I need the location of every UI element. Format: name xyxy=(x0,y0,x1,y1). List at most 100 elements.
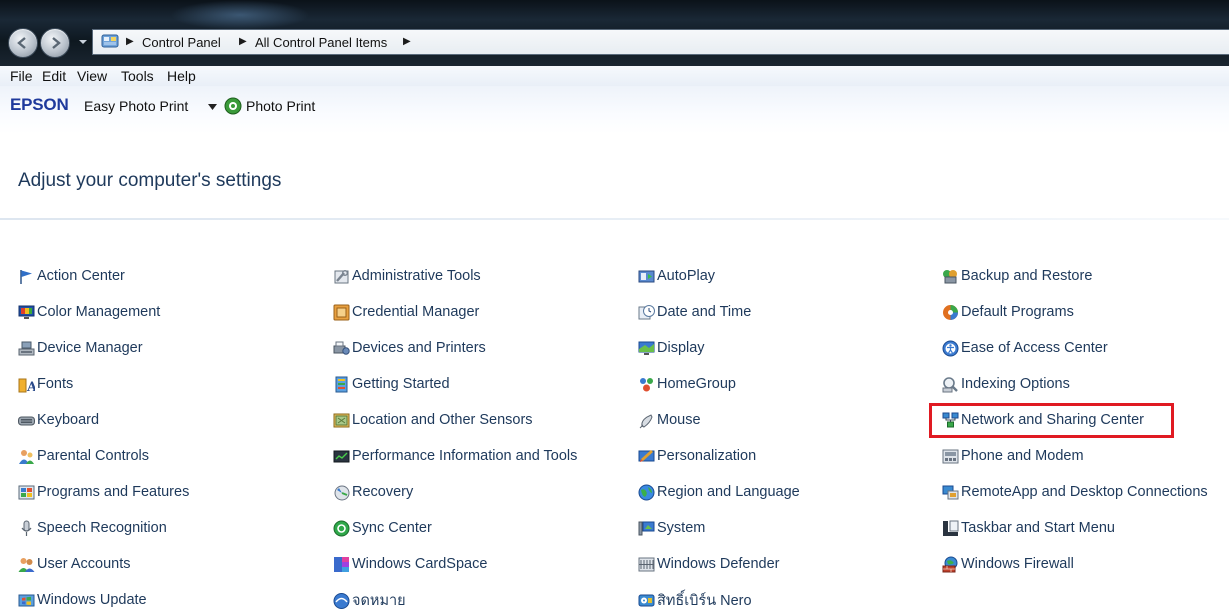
getting-started-icon xyxy=(335,376,348,392)
backup-icon xyxy=(943,269,957,283)
cp-item-backup-restore[interactable]: Backup and Restore xyxy=(942,263,1092,289)
menu-edit[interactable]: Edit xyxy=(42,68,66,84)
microphone-icon xyxy=(21,520,32,536)
cp-item-sync-center[interactable]: Sync Center xyxy=(333,515,432,541)
cp-item-region-language[interactable]: Region and Language xyxy=(638,479,800,505)
mouse-icon xyxy=(639,413,653,428)
cp-item-phone-modem[interactable]: Phone and Modem xyxy=(942,443,1084,469)
cp-item-windows-cardspace[interactable]: Windows CardSpace xyxy=(333,551,487,577)
breadcrumb-separator-icon[interactable]: ▶ xyxy=(126,36,134,47)
default-programs-icon xyxy=(943,304,958,320)
cp-item-speech-recognition[interactable]: Speech Recognition xyxy=(18,515,167,541)
globe-icon xyxy=(638,484,655,500)
heading-divider xyxy=(0,218,1229,220)
cp-item-windows-defender[interactable]: Windows Defender xyxy=(638,551,780,577)
menu-help[interactable]: Help xyxy=(167,68,196,84)
cp-item-homegroup[interactable]: HomeGroup xyxy=(638,371,736,397)
chevron-down-icon[interactable] xyxy=(208,104,217,110)
cp-item-user-accounts[interactable]: User Accounts xyxy=(18,551,131,577)
users-icon xyxy=(18,557,35,572)
photo-print-button[interactable]: Photo Print xyxy=(246,98,315,114)
cp-item-windows-update[interactable]: Windows Update xyxy=(18,587,147,613)
highlight-network-sharing xyxy=(929,403,1174,438)
performance-icon xyxy=(333,450,350,462)
cp-item-credential-manager[interactable]: Credential Manager xyxy=(333,299,479,325)
breadcrumb-separator-icon[interactable]: ▶ xyxy=(403,36,411,47)
cp-item-date-and-time[interactable]: Date and Time xyxy=(638,299,751,325)
cp-item-performance-info[interactable]: Performance Information and Tools xyxy=(333,443,577,469)
recent-pages-dropdown-icon[interactable] xyxy=(78,37,88,47)
remoteapp-icon xyxy=(942,485,959,499)
nero-icon xyxy=(638,594,655,606)
breadcrumb-separator-icon[interactable]: ▶ xyxy=(239,36,247,47)
cp-item-system[interactable]: System xyxy=(638,515,705,541)
titlebar-glow xyxy=(170,0,310,30)
cp-item-ease-of-access[interactable]: Ease of Access Center xyxy=(942,335,1108,361)
cp-item-mouse[interactable]: Mouse xyxy=(638,407,701,433)
monitor-icon xyxy=(18,305,35,319)
homegroup-icon xyxy=(640,377,653,391)
cp-item-action-center[interactable]: Action Center xyxy=(18,263,125,289)
toolbar: EPSON Easy Photo Print Photo Print xyxy=(0,86,1229,134)
cp-item-devices-and-printers[interactable]: Devices and Printers xyxy=(333,335,486,361)
address-bar[interactable]: ▶ Control Panel ▶ All Control Panel Item… xyxy=(92,29,1229,55)
easy-photo-print-button[interactable]: Easy Photo Print xyxy=(84,98,188,114)
recovery-icon xyxy=(334,485,350,500)
cp-item-getting-started[interactable]: Getting Started xyxy=(333,371,450,397)
back-button[interactable] xyxy=(8,28,38,58)
back-arrow-icon xyxy=(17,37,26,49)
personalization-icon xyxy=(638,449,655,462)
svg-text:A: A xyxy=(26,380,35,393)
cp-item-default-programs[interactable]: Default Programs xyxy=(942,299,1074,325)
device-manager-icon xyxy=(18,341,35,355)
cp-item-nero[interactable]: สิทธิ์เบิร์น Nero xyxy=(638,587,752,613)
cp-item-mail[interactable]: จดหมาย xyxy=(333,587,406,613)
fonts-icon: A xyxy=(18,378,35,393)
cp-item-fonts[interactable]: A Fonts xyxy=(18,371,73,397)
breadcrumb-control-panel[interactable]: Control Panel xyxy=(142,35,221,50)
cp-item-personalization[interactable]: Personalization xyxy=(638,443,756,469)
cp-item-device-manager[interactable]: Device Manager xyxy=(18,335,143,361)
flag-icon xyxy=(20,269,32,284)
menu-view[interactable]: View xyxy=(77,68,107,84)
system-icon xyxy=(638,521,655,535)
phone-icon xyxy=(942,449,959,463)
forward-arrow-icon xyxy=(52,37,61,49)
forward-button[interactable] xyxy=(40,28,70,58)
clock-icon xyxy=(638,304,655,319)
cp-item-recovery[interactable]: Recovery xyxy=(333,479,413,505)
control-panel-icon xyxy=(101,34,119,48)
cp-item-indexing-options[interactable]: Indexing Options xyxy=(942,371,1070,397)
menu-tools[interactable]: Tools xyxy=(121,68,154,84)
cp-item-parental-controls[interactable]: Parental Controls xyxy=(18,443,149,469)
cp-item-location-sensors[interactable]: Location and Other Sensors xyxy=(333,407,533,433)
admin-tools-icon xyxy=(334,269,349,283)
cp-item-autoplay[interactable]: AutoPlay xyxy=(638,263,715,289)
printer-icon xyxy=(333,341,350,355)
taskbar-icon xyxy=(943,520,959,536)
parental-controls-icon xyxy=(19,449,34,464)
sync-icon xyxy=(333,520,350,536)
defender-icon xyxy=(638,557,655,571)
cp-item-taskbar-start-menu[interactable]: Taskbar and Start Menu xyxy=(942,515,1115,541)
sensors-icon xyxy=(333,413,350,427)
cp-item-keyboard[interactable]: Keyboard xyxy=(18,407,99,433)
cp-item-administrative-tools[interactable]: Administrative Tools xyxy=(333,263,481,289)
autoplay-icon xyxy=(638,270,655,282)
windows-update-icon xyxy=(18,594,35,606)
cp-item-color-management[interactable]: Color Management xyxy=(18,299,160,325)
cp-item-programs-and-features[interactable]: Programs and Features xyxy=(18,479,189,505)
cp-item-remoteapp[interactable]: RemoteApp and Desktop Connections xyxy=(942,479,1208,505)
breadcrumb-all-items[interactable]: All Control Panel Items xyxy=(255,35,387,50)
menu-file[interactable]: File xyxy=(10,68,33,84)
cp-item-display[interactable]: Display xyxy=(638,335,705,361)
firewall-icon xyxy=(942,556,958,572)
ease-of-access-icon xyxy=(942,340,959,356)
keyboard-icon xyxy=(18,416,35,425)
window-titlebar: ▶ Control Panel ▶ All Control Panel Item… xyxy=(0,0,1229,66)
mail-icon xyxy=(333,592,350,609)
menu-bar: File Edit View Tools Help xyxy=(0,66,1229,86)
page-title: Adjust your computer's settings xyxy=(18,170,282,191)
indexing-icon xyxy=(942,376,958,392)
cp-item-windows-firewall[interactable]: Windows Firewall xyxy=(942,551,1074,577)
